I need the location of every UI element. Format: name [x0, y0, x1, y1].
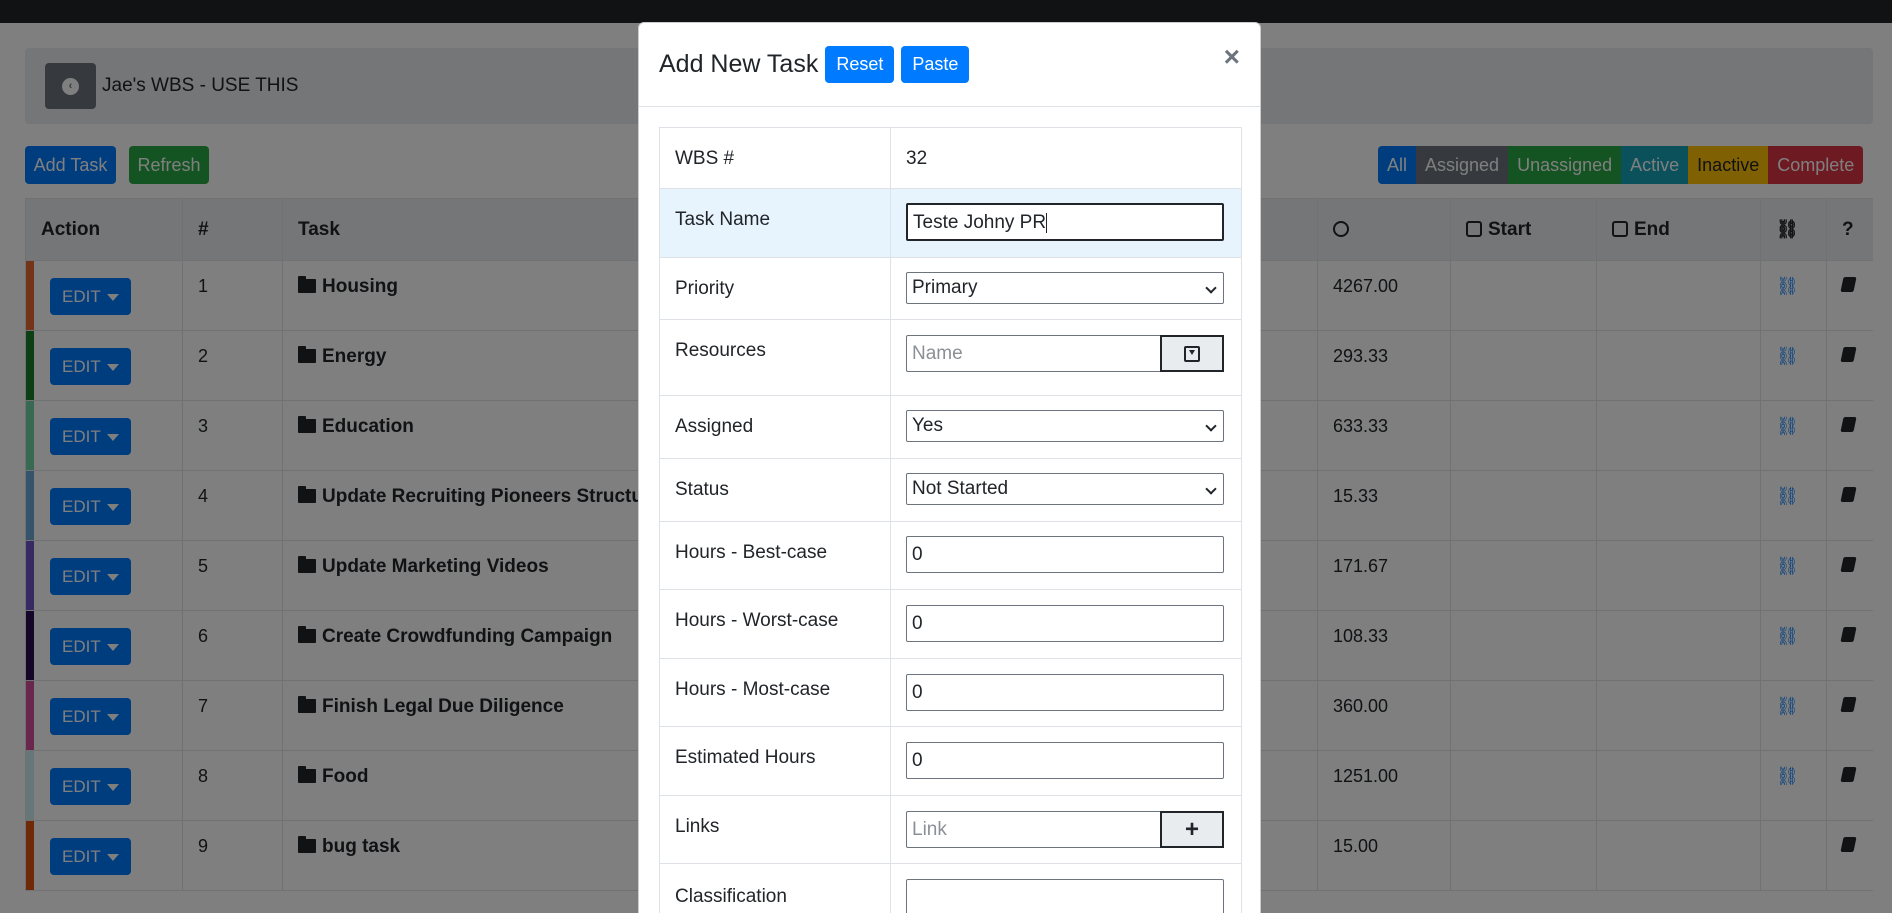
- links-label: Links: [659, 795, 891, 864]
- priority-label: Priority: [659, 257, 891, 320]
- links-input[interactable]: Link: [906, 811, 1160, 848]
- reset-button[interactable]: Reset: [825, 46, 895, 83]
- hours-best-label: Hours - Best-case: [659, 521, 891, 590]
- links-input-group: Link +: [906, 811, 1224, 848]
- status-select[interactable]: Not Started: [906, 473, 1224, 505]
- resources-dropdown-button[interactable]: [1160, 335, 1224, 372]
- assigned-label: Assigned: [659, 395, 891, 459]
- resources-label: Resources: [659, 319, 891, 396]
- assigned-select[interactable]: Yes: [906, 410, 1224, 442]
- resources-input-group: Name: [906, 335, 1224, 372]
- estimated-hours-label: Estimated Hours: [659, 726, 891, 796]
- priority-select[interactable]: Primary: [906, 272, 1224, 304]
- modal-title: Add New Task: [659, 50, 819, 78]
- add-link-button[interactable]: +: [1160, 811, 1224, 848]
- add-task-modal: Add New Task Reset Paste × WBS # 32 Task…: [638, 22, 1261, 913]
- hours-worst-input[interactable]: 0: [906, 605, 1224, 642]
- estimated-hours-input[interactable]: 0: [906, 742, 1224, 779]
- task-name-input[interactable]: Teste Johny PR: [906, 203, 1224, 241]
- modal-header: Add New Task Reset Paste ×: [639, 23, 1260, 107]
- classification-label: Classification: [659, 863, 891, 913]
- paste-button[interactable]: Paste: [901, 46, 970, 83]
- chevron-down-icon: [1205, 282, 1217, 294]
- task-name-label: Task Name: [659, 188, 891, 258]
- hours-worst-label: Hours - Worst-case: [659, 589, 891, 659]
- wbs-number-label: WBS #: [659, 127, 891, 189]
- chevron-down-icon: [1205, 420, 1217, 432]
- resources-input[interactable]: Name: [906, 335, 1160, 372]
- hours-most-label: Hours - Most-case: [659, 658, 891, 727]
- plus-icon: +: [1184, 815, 1199, 843]
- task-form: WBS # 32 Task Name Teste Johny PR Priori…: [659, 127, 1242, 913]
- chevron-down-icon: [1205, 483, 1217, 495]
- caret-square-down-icon: [1184, 345, 1200, 362]
- hours-most-input[interactable]: 0: [906, 674, 1224, 711]
- classification-input[interactable]: [906, 879, 1224, 913]
- status-label: Status: [659, 458, 891, 522]
- hours-best-input[interactable]: 0: [906, 536, 1224, 573]
- wbs-number-value: 32: [890, 127, 1242, 189]
- close-icon[interactable]: ×: [1224, 41, 1240, 73]
